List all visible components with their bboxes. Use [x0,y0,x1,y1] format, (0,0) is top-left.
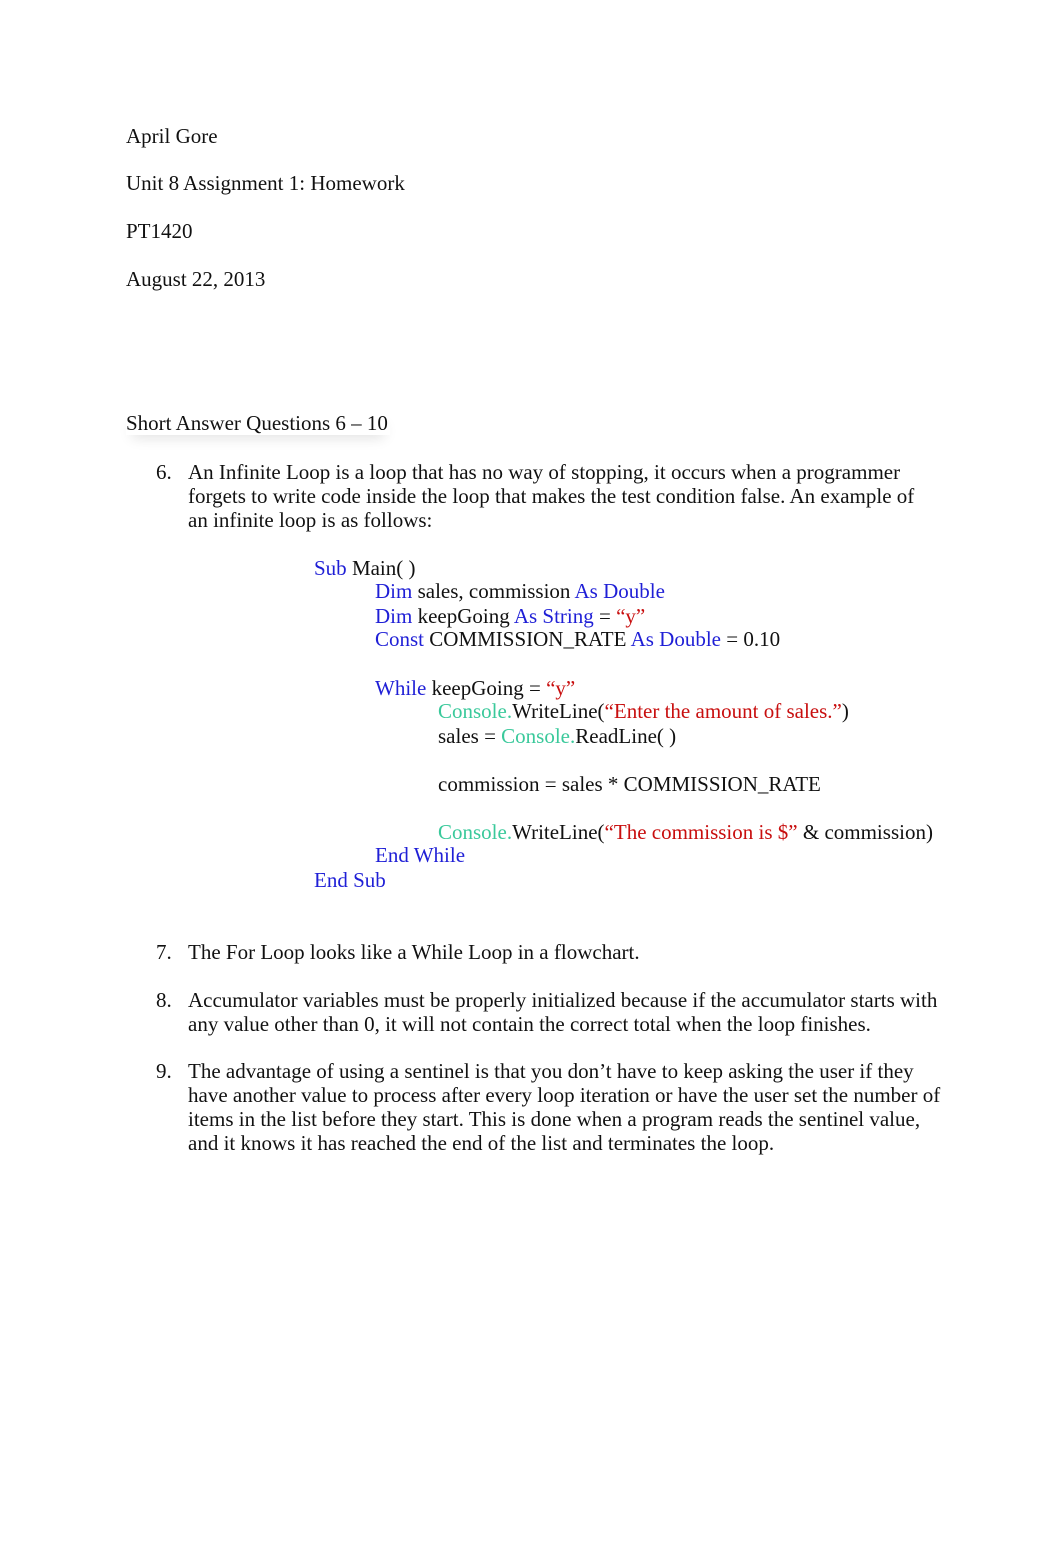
code-line-dim-keepgoing: Dim keepGoing As String = “y” [375,604,645,628]
question-number: 8. [156,988,172,1012]
question-line: any value other than 0, it will not cont… [188,1012,871,1036]
code-keyword: While [375,676,427,700]
document-page: April Gore Unit 8 Assignment 1: Homework… [0,0,1062,1556]
code-text: COMMISSION_RATE [424,627,631,651]
question-line: forgets to write code inside the loop th… [188,484,915,508]
code-class-ref: Console. [438,699,513,723]
code-text: Main( ) [346,556,416,580]
question-number: 7. [156,940,172,964]
code-line-while: While keepGoing = “y” [375,676,575,700]
code-keyword: As Double [630,627,721,651]
question-line: An Infinite Loop is a loop that has no w… [188,460,901,484]
question-line: The advantage of using a sentinel is tha… [188,1059,914,1083]
code-class-ref: Console. [501,724,576,748]
question-line: have another value to process after ever… [188,1083,941,1107]
code-text: & commission) [797,820,933,844]
code-string: “The commission is $” [604,820,798,844]
section-heading: Short Answer Questions 6 – 10 [126,411,388,435]
author-name: April Gore [126,124,218,148]
code-text: keepGoing = [426,676,547,700]
code-string: “y” [546,676,576,700]
code-line-commission-calc: commission = sales * COMMISSION_RATE [438,772,821,796]
code-keyword: Dim [375,579,413,603]
question-line: and it knows it has reached the end of t… [188,1131,775,1155]
question-line: Accumulator variables must be properly i… [188,988,938,1012]
code-line-dim-sales: Dim sales, commission As Double [375,579,665,603]
code-keyword: Dim [375,604,413,628]
code-class-ref: Console. [438,820,513,844]
code-text: WriteLine( [512,699,605,723]
code-keyword: End While [375,843,466,867]
code-text: keepGoing [412,604,514,628]
code-line-const-rate: Const COMMISSION_RATE As Double = 0.10 [375,627,780,651]
code-keyword: As Double [574,579,665,603]
code-text: = [593,604,617,628]
document-date: August 22, 2013 [126,267,266,291]
code-keyword: End Sub [314,868,386,892]
code-text: = 0.10 [720,627,781,651]
code-text: ReadLine( ) [575,724,677,748]
question-text: The advantage of using a sentinel is tha… [188,1059,948,1155]
code-keyword: Sub [314,556,347,580]
question-text: Accumulator variables must be properly i… [188,988,948,1036]
code-line-writeline-result: Console.WriteLine(“The commission is $” … [438,820,933,844]
question-number: 9. [156,1059,172,1083]
question-line: items in the list before they start. Thi… [188,1107,921,1131]
code-text: WriteLine( [512,820,605,844]
code-line-end-sub: End Sub [314,868,386,892]
question-line: The For Loop looks like a While Loop in … [188,940,640,964]
code-keyword: As String [513,604,594,628]
question-text: The For Loop looks like a While Loop in … [188,940,948,964]
code-line-sub-main: Sub Main( ) [314,556,416,580]
code-keyword: Const [375,627,425,651]
code-line-writeline-prompt: Console.WriteLine(“Enter the amount of s… [438,699,849,723]
question-number: 6. [156,460,172,484]
code-line-end-while: End While [375,843,465,867]
code-string: “y” [616,604,646,628]
code-text: ) [841,699,849,723]
code-text: sales = [438,724,502,748]
code-line-readline: sales = Console.ReadLine( ) [438,724,676,748]
question-line: an infinite loop is as follows: [188,508,433,532]
code-text: commission = sales * COMMISSION_RATE [438,772,821,796]
question-text: An Infinite Loop is a loop that has no w… [188,460,948,532]
code-string: “Enter the amount of sales.” [604,699,842,723]
code-text: sales, commission [412,579,575,603]
course-code: PT1420 [126,219,193,243]
assignment-title: Unit 8 Assignment 1: Homework [126,171,405,195]
